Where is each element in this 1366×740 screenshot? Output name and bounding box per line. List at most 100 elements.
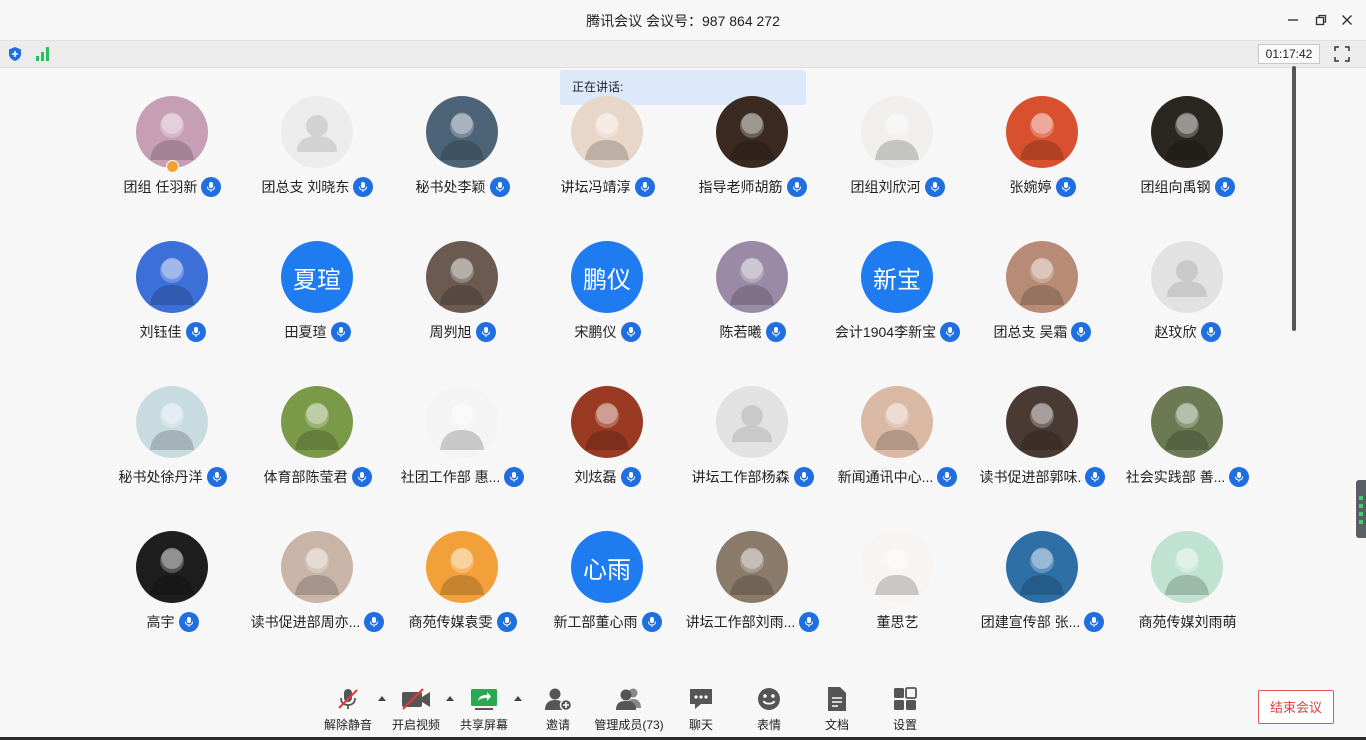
- docs-button[interactable]: 文档: [803, 684, 871, 734]
- participant-tile[interactable]: 团组 任羽新: [100, 96, 245, 216]
- participant-tile[interactable]: 赵玟欣: [1115, 241, 1260, 361]
- participant-avatar[interactable]: [1151, 386, 1223, 458]
- participant-tile[interactable]: 团总支 吴霜: [970, 241, 1115, 361]
- participant-avatar[interactable]: [136, 96, 208, 168]
- invite-button[interactable]: 邀请: [524, 684, 592, 734]
- participant-avatar[interactable]: 夏瑄: [281, 241, 353, 313]
- participant-name: 陈若曦: [719, 324, 762, 340]
- participant-tile[interactable]: 读书促进部郭味.: [970, 386, 1115, 506]
- participant-tile[interactable]: 周刿旭: [390, 241, 535, 361]
- settings-button[interactable]: 设置: [871, 684, 939, 734]
- participant-tile[interactable]: 社会实践部 善...: [1115, 386, 1260, 506]
- participant-avatar[interactable]: [281, 386, 353, 458]
- participant-avatar[interactable]: [1151, 96, 1223, 168]
- participant-avatar[interactable]: [1151, 241, 1223, 313]
- participant-avatar[interactable]: [426, 386, 498, 458]
- participant-tile[interactable]: 心雨新工部董心雨: [535, 531, 680, 651]
- restore-button[interactable]: [1311, 10, 1331, 30]
- participant-avatar[interactable]: [571, 96, 643, 168]
- participant-tile[interactable]: 夏瑄 田夏瑄: [245, 241, 390, 361]
- participant-name-row: 赵玟欣: [1115, 321, 1260, 343]
- signal-icon[interactable]: [34, 46, 50, 62]
- participant-avatar[interactable]: [426, 531, 498, 603]
- participant-tile[interactable]: 团建宣传部 张...: [970, 531, 1115, 651]
- grid-scrollbar[interactable]: [1292, 66, 1296, 331]
- settings-label: 设置: [892, 718, 917, 732]
- participant-avatar[interactable]: [136, 386, 208, 458]
- participant-tile[interactable]: 团总支 刘晓东: [245, 96, 390, 216]
- participant-tile[interactable]: 商苑传媒袁雯: [390, 531, 535, 651]
- participant-avatar[interactable]: 新宝: [861, 241, 933, 313]
- shield-icon[interactable]: [7, 46, 23, 62]
- avatar-photo-icon: [426, 241, 498, 313]
- participant-tile[interactable]: 张婉婷: [970, 96, 1115, 216]
- mic-status-icon: [475, 322, 496, 342]
- participant-tile[interactable]: 新闻通讯中心...: [825, 386, 970, 506]
- participant-avatar[interactable]: [281, 531, 353, 603]
- participant-avatar[interactable]: [136, 531, 208, 603]
- unmute-button[interactable]: 解除静音: [314, 684, 382, 734]
- participant-tile[interactable]: 团组刘欣河: [825, 96, 970, 216]
- participant-tile[interactable]: 团组向禹钢: [1115, 96, 1260, 216]
- participant-name: 团组向禹钢: [1140, 179, 1211, 195]
- participant-tile[interactable]: 讲坛工作部杨森: [680, 386, 825, 506]
- participant-tile[interactable]: 指导老师胡筋: [680, 96, 825, 216]
- start-video-button[interactable]: 开启视频: [382, 684, 450, 734]
- participant-avatar[interactable]: [716, 96, 788, 168]
- share-options-caret[interactable]: [514, 696, 522, 701]
- participant-avatar[interactable]: [281, 96, 353, 168]
- participant-avatar[interactable]: [861, 96, 933, 168]
- participant-avatar[interactable]: [136, 241, 208, 313]
- manage-members-button[interactable]: 管理成员(73): [594, 684, 664, 734]
- participant-tile[interactable]: 社团工作部 惠...: [390, 386, 535, 506]
- avatar-photo-icon: [136, 531, 208, 603]
- participant-tile[interactable]: 秘书处徐丹洋: [100, 386, 245, 506]
- mic-status-icon: [206, 467, 227, 487]
- participant-tile[interactable]: 刘钰佳: [100, 241, 245, 361]
- minimize-button[interactable]: [1283, 10, 1303, 30]
- participant-avatar[interactable]: [1006, 241, 1078, 313]
- participant-name-row: 商苑传媒袁雯: [390, 611, 535, 633]
- participant-tile[interactable]: 体育部陈莹君: [245, 386, 390, 506]
- fullscreen-icon[interactable]: [1333, 45, 1351, 63]
- participant-tile[interactable]: 新宝 会计1904李新宝: [825, 241, 970, 361]
- participant-tile[interactable]: 秘书处李颖: [390, 96, 535, 216]
- participant-avatar[interactable]: [426, 96, 498, 168]
- close-button[interactable]: [1337, 10, 1357, 30]
- participant-tile[interactable]: 董思艺: [825, 531, 970, 651]
- participant-avatar[interactable]: [1006, 96, 1078, 168]
- participant-name-row: 指导老师胡筋: [680, 176, 825, 198]
- participant-avatar[interactable]: [1006, 531, 1078, 603]
- participant-name-row: 讲坛工作部杨森: [680, 466, 825, 488]
- participant-avatar[interactable]: 心雨: [571, 531, 643, 603]
- participant-tile[interactable]: 高宇: [100, 531, 245, 651]
- participant-avatar[interactable]: [716, 386, 788, 458]
- participant-name: 新工部董心雨: [553, 614, 638, 630]
- participant-avatar[interactable]: [426, 241, 498, 313]
- avatar-photo-icon: [426, 531, 498, 603]
- camera-off-icon: [402, 688, 430, 710]
- participant-avatar[interactable]: [1151, 531, 1223, 603]
- participant-avatar[interactable]: [716, 241, 788, 313]
- participant-tile[interactable]: 刘炫磊: [535, 386, 680, 506]
- participant-tile[interactable]: 读书促进部周亦...: [245, 531, 390, 651]
- participant-avatar[interactable]: 鹏仪: [571, 241, 643, 313]
- participant-name-row: 讲坛工作部刘雨...: [680, 611, 825, 633]
- chat-button[interactable]: 聊天: [667, 684, 735, 734]
- participant-avatar[interactable]: [861, 386, 933, 458]
- participant-avatar[interactable]: [861, 531, 933, 603]
- reactions-button[interactable]: 表情: [735, 684, 803, 734]
- participant-tile[interactable]: 鹏仪 宋鹏仪: [535, 241, 680, 361]
- participant-tile[interactable]: 讲坛工作部刘雨...: [680, 531, 825, 651]
- chat-icon: [690, 689, 712, 709]
- participant-name: 社团工作部 惠...: [400, 469, 501, 485]
- participant-tile[interactable]: 陈若曦: [680, 241, 825, 361]
- end-meeting-button[interactable]: 结束会议: [1258, 690, 1334, 724]
- participant-tile[interactable]: 讲坛冯靖淳: [535, 96, 680, 216]
- share-screen-button[interactable]: 共享屏幕: [450, 684, 518, 734]
- participant-tile[interactable]: 商苑传媒刘雨萌: [1115, 531, 1260, 651]
- participant-avatar[interactable]: [571, 386, 643, 458]
- participant-avatar[interactable]: [716, 531, 788, 603]
- participant-avatar[interactable]: [1006, 386, 1078, 458]
- avatar-photo-icon: [861, 386, 933, 458]
